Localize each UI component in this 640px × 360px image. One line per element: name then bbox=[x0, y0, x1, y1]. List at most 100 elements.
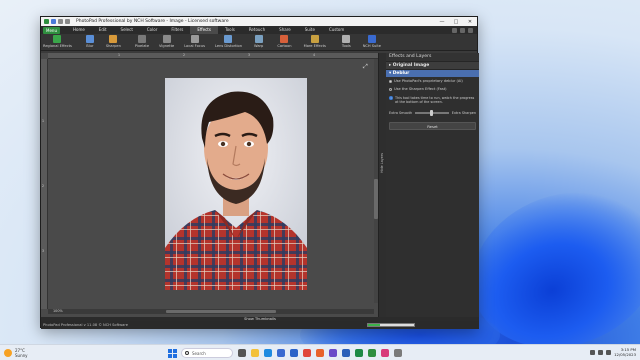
account-icon[interactable] bbox=[468, 27, 473, 33]
slider-knob[interactable] bbox=[430, 110, 434, 116]
portrait-image bbox=[165, 78, 307, 290]
radio-selected-icon[interactable] bbox=[389, 79, 392, 83]
photos-icon[interactable] bbox=[329, 349, 337, 357]
tab-tools[interactable]: Tools bbox=[218, 26, 242, 34]
tab-custom[interactable]: Custom bbox=[322, 26, 351, 34]
photopad-window: PhotoPad Professional by NCH Software - … bbox=[40, 16, 479, 329]
clock[interactable]: 3:15 PM 12/05/2023 bbox=[614, 347, 636, 357]
zoom-level[interactable]: 100% bbox=[53, 309, 63, 313]
ribbon-tool-label: Pixelate bbox=[134, 44, 150, 48]
canvas-area[interactable]: 1 2 3 4 1 2 3 ⤢ 100% bbox=[41, 53, 378, 317]
tab-edit[interactable]: Edit bbox=[92, 26, 114, 34]
taskbar: 27°C Sunny Search 3:15 PM 12/05/2023 bbox=[0, 344, 640, 360]
panel-title: Effects and Layers bbox=[386, 53, 479, 61]
minimize-button[interactable]: — bbox=[435, 19, 449, 25]
weather-widget[interactable]: 27°C Sunny bbox=[4, 348, 28, 358]
fit-to-window-icon[interactable]: ⤢ bbox=[363, 63, 368, 71]
ruler-tick: 2 bbox=[42, 184, 45, 188]
ribbon-tool-label: Regional Effects bbox=[43, 44, 72, 48]
slider-left-label: Extra Smooth bbox=[389, 111, 413, 115]
menu-button[interactable]: Menu bbox=[43, 26, 60, 34]
settings-icon[interactable] bbox=[460, 27, 465, 33]
deblur-effect-row[interactable]: ▾ Deblur bbox=[386, 69, 479, 77]
ribbon-tool-blur[interactable]: Blur bbox=[85, 35, 94, 48]
ai-deblur-option[interactable]: Use PhotoPad's proprietary deblur (AI) bbox=[386, 77, 479, 85]
settings-icon[interactable] bbox=[394, 349, 402, 357]
status-bar: PhotoPad Professional v 11.08 © NCH Soft… bbox=[41, 321, 479, 329]
word-icon[interactable] bbox=[342, 349, 350, 357]
option-label: Use the Sharpen Effect (Fast) bbox=[394, 87, 447, 91]
info-note: i This tool takes time to run, watch the… bbox=[386, 93, 479, 107]
file-explorer-icon[interactable] bbox=[251, 349, 259, 357]
ribbon-tool-regional-effects[interactable]: Regional Effects bbox=[43, 35, 72, 48]
effects-ribbon: Regional Effects Blur Sharpen Pixelate Vigne… bbox=[41, 34, 477, 51]
ribbon-tool-more-effects[interactable]: More Effects bbox=[304, 35, 326, 48]
original-image-row[interactable]: ▸ Original Image bbox=[386, 61, 479, 69]
sharpness-slider-row: Extra Smooth Extra Sharpen bbox=[386, 107, 479, 119]
ribbon-tool-tools[interactable]: Tools bbox=[342, 35, 351, 48]
regional-effects-icon bbox=[53, 35, 62, 43]
ribbon-tool-local-focus[interactable]: Local Focus bbox=[184, 35, 205, 48]
info-text: This tool takes time to run, watch the p… bbox=[395, 96, 475, 104]
menu-bar: Menu Home Edit Select Color Filters Effe… bbox=[41, 26, 477, 34]
photo-image[interactable] bbox=[165, 78, 307, 290]
taskbar-search[interactable]: Search bbox=[181, 348, 233, 358]
volume-icon[interactable] bbox=[606, 349, 612, 355]
ribbon-tool-sharpen[interactable]: Sharpen bbox=[106, 35, 121, 48]
ribbon-tool-label: More Effects bbox=[303, 44, 326, 48]
nch-suite-icon bbox=[367, 35, 376, 43]
ruler-tick: 3 bbox=[248, 53, 251, 57]
ribbon-tool-warp[interactable]: Warp bbox=[254, 35, 263, 48]
wifi-icon[interactable] bbox=[598, 349, 604, 355]
sharpen-option[interactable]: Use the Sharpen Effect (Fast) bbox=[386, 85, 479, 93]
hide-layers-tab[interactable]: Hide Layers bbox=[378, 53, 386, 317]
help-icon[interactable] bbox=[452, 27, 457, 33]
ribbon-tool-pixelate[interactable]: Pixelate bbox=[135, 35, 149, 48]
radio-unselected-icon[interactable] bbox=[389, 87, 392, 91]
chrome-icon[interactable] bbox=[303, 349, 311, 357]
save-icon[interactable] bbox=[51, 19, 56, 24]
undo-icon[interactable] bbox=[58, 19, 63, 24]
scrollbar-thumb[interactable] bbox=[166, 310, 276, 313]
close-button[interactable]: ✕ bbox=[463, 19, 477, 25]
tab-select[interactable]: Select bbox=[114, 26, 140, 34]
ruler-top: 1 2 3 4 bbox=[48, 53, 378, 59]
task-view-icon[interactable] bbox=[238, 349, 246, 357]
sharpness-slider[interactable] bbox=[415, 110, 449, 116]
store-icon[interactable] bbox=[277, 349, 285, 357]
tab-color[interactable]: Color bbox=[140, 26, 164, 34]
progress-bar bbox=[367, 323, 415, 327]
maximize-button[interactable]: □ bbox=[449, 19, 463, 25]
local-focus-icon bbox=[190, 35, 199, 43]
tab-home[interactable]: Home bbox=[66, 26, 92, 34]
start-button[interactable] bbox=[168, 349, 177, 358]
tab-effects[interactable]: Effects bbox=[190, 26, 218, 34]
tab-retouch[interactable]: Retouch bbox=[242, 26, 272, 34]
tab-share[interactable]: Share bbox=[272, 26, 298, 34]
photopad-icon[interactable] bbox=[368, 349, 376, 357]
chevron-up-icon[interactable] bbox=[590, 349, 596, 355]
app-icon bbox=[44, 19, 49, 24]
ribbon-tool-label: NCH Suite bbox=[362, 44, 381, 48]
media-icon[interactable] bbox=[381, 349, 389, 357]
ribbon-tool-vignette[interactable]: Vignette bbox=[159, 35, 174, 48]
sharpen-icon bbox=[109, 35, 118, 43]
ribbon-tool-cartoon[interactable]: Cartoon bbox=[277, 35, 292, 48]
reset-button[interactable]: Reset bbox=[389, 122, 476, 130]
redo-icon[interactable] bbox=[65, 19, 70, 24]
ruler-tick: 1 bbox=[118, 53, 121, 57]
brave-icon[interactable] bbox=[316, 349, 324, 357]
mail-icon[interactable] bbox=[290, 349, 298, 357]
ribbon-tool-label: Sharpen bbox=[105, 44, 121, 48]
ribbon-tool-nch-suite[interactable]: NCH Suite bbox=[363, 35, 381, 48]
edge-icon[interactable] bbox=[264, 349, 272, 357]
excel-icon[interactable] bbox=[355, 349, 363, 357]
lens-distortion-icon bbox=[224, 35, 233, 43]
horizontal-scrollbar[interactable] bbox=[48, 309, 374, 314]
tab-suite[interactable]: Suite bbox=[298, 26, 322, 34]
vignette-icon bbox=[162, 35, 171, 43]
system-tray: 3:15 PM 12/05/2023 bbox=[590, 347, 636, 357]
ribbon-tool-lens-distortion[interactable]: Lens Distortion bbox=[215, 35, 242, 48]
clock-date: 12/05/2023 bbox=[614, 352, 636, 357]
tab-filters[interactable]: Filters bbox=[164, 26, 190, 34]
